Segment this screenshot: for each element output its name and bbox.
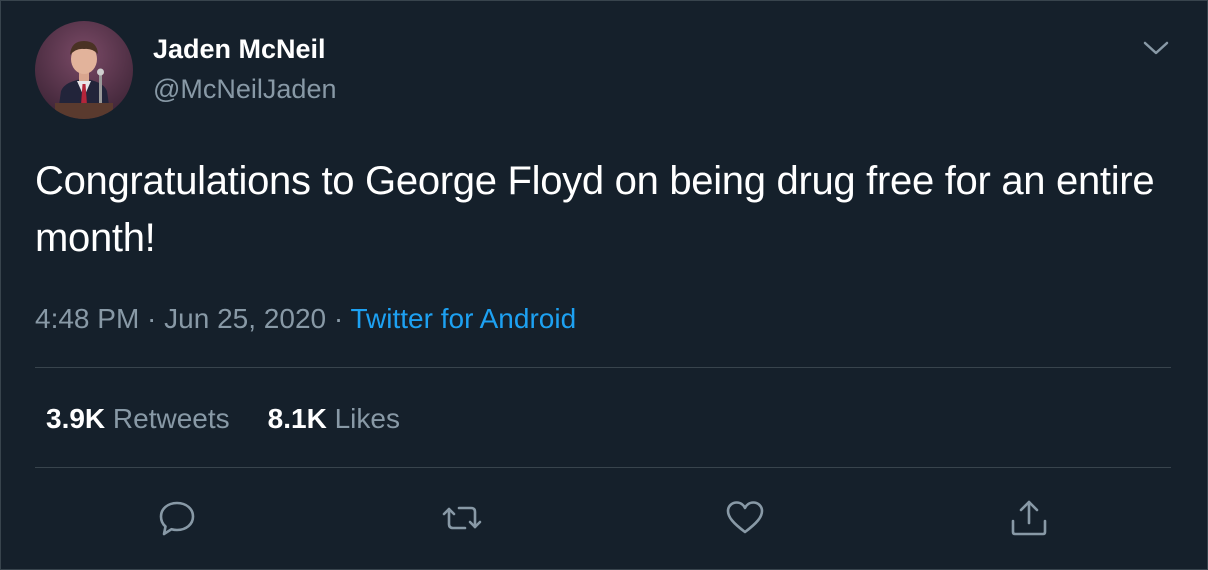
divider (35, 367, 1171, 368)
likes-label: Likes (326, 403, 400, 434)
display-name[interactable]: Jaden McNeil (153, 31, 326, 67)
meta-separator: · (139, 303, 165, 334)
tweet-date[interactable]: Jun 25, 2020 (164, 303, 326, 334)
tweet-time[interactable]: 4:48 PM (35, 303, 139, 334)
tweet-stats: 3.9K Retweets 8.1K Likes (46, 399, 438, 439)
tweet-source[interactable]: Twitter for Android (350, 303, 576, 334)
divider (35, 467, 1171, 468)
likes-stat[interactable]: 8.1K Likes (268, 399, 400, 439)
avatar-photo (35, 21, 133, 119)
tweet-card: Jaden McNeil @McNeilJaden Congratulation… (0, 0, 1208, 570)
retweets-label: Retweets (105, 403, 230, 434)
retweet-button[interactable] (441, 497, 483, 539)
retweets-count: 3.9K (46, 403, 106, 434)
reply-icon (159, 501, 195, 536)
user-handle[interactable]: @McNeilJaden (153, 71, 336, 107)
share-button[interactable] (1008, 497, 1050, 539)
likes-count: 8.1K (267, 403, 327, 434)
avatar[interactable] (35, 21, 133, 119)
reply-button[interactable] (156, 497, 198, 539)
tweet-meta: 4:48 PM · Jun 25, 2020 · Twitter for And… (35, 299, 576, 339)
heart-icon (726, 501, 764, 534)
retweets-stat[interactable]: 3.9K Retweets (46, 399, 230, 439)
tweet-text: Congratulations to George Floyd on being… (35, 159, 1155, 260)
chevron-down-icon[interactable] (1141, 35, 1171, 61)
like-button[interactable] (724, 497, 766, 539)
meta-separator: · (326, 303, 351, 334)
retweet-icon (442, 506, 482, 530)
share-icon (1011, 500, 1047, 536)
